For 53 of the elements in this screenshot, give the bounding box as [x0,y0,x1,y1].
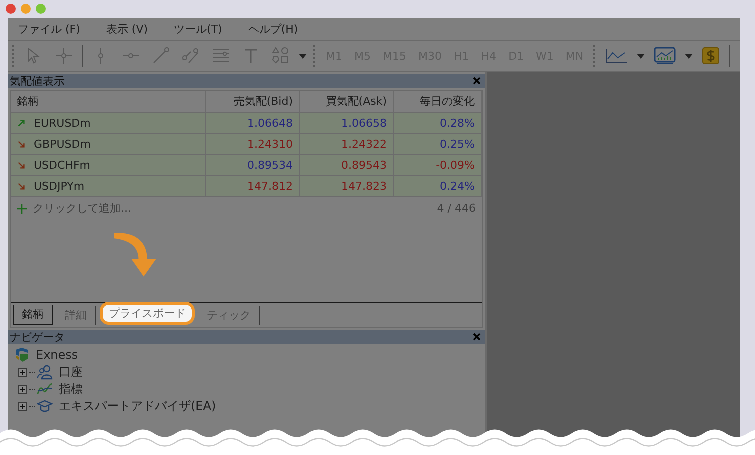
shapes-icon[interactable] [271,46,291,66]
line-chart-icon[interactable] [604,46,629,66]
table-cell: 1.06658 [300,113,394,134]
table-cell: 0.28% [394,113,482,134]
menu-item[interactable]: ファイル (F) [18,22,80,36]
dollar-icon[interactable] [700,46,721,66]
graduation-cap-icon [37,398,53,414]
caret-icon[interactable] [636,54,645,58]
table-cell: 0.89534 [206,155,300,176]
table-cell: 1.24310 [206,134,300,155]
expand-icon[interactable] [18,384,27,394]
table-cell: 0.25% [394,134,482,155]
symbol-name: GBPUSDm [34,138,91,150]
tab[interactable]: プライスボード [100,302,195,325]
panel-title: ナビゲータ [10,330,65,344]
menu-item[interactable]: 表示 (V) [106,22,148,36]
expand-icon[interactable] [18,402,27,410]
close-icon[interactable] [473,333,481,341]
logo-icon [14,347,30,363]
channel-icon[interactable] [181,46,201,66]
tree-item[interactable]: エキスパートアドバイザ(EA) [59,398,216,414]
menu-item[interactable]: ツール(T) [174,22,222,36]
tab[interactable]: 銘柄 [13,305,53,325]
trend-line-icon[interactable] [151,46,171,66]
zoom-light[interactable] [36,4,46,14]
table-cell: -0.09% [394,155,482,176]
tree-item[interactable]: Exness [36,348,78,362]
symbol-name: EURUSDm [34,116,91,130]
table-cell: 147.823 [300,176,394,197]
symbol-name: USDCHFm [34,158,90,172]
expand-icon[interactable] [18,368,27,376]
close-light[interactable] [6,4,16,14]
caret-icon[interactable] [684,54,693,58]
people-icon [37,364,53,380]
table-cell: 1.24322 [300,134,394,155]
table-cell: 1.06648 [206,113,300,134]
caret-icon[interactable] [299,54,307,58]
menu-item[interactable]: ヘルプ(H) [248,22,298,36]
close-icon[interactable] [473,77,481,85]
table-cell: 147.812 [206,176,300,197]
symbol-name: USDJPYm [34,180,85,192]
chart-window-icon[interactable] [652,46,677,66]
crosshair-icon[interactable] [54,46,74,66]
minimize-light[interactable] [21,4,31,14]
tree-item[interactable]: 指標 [59,380,83,398]
panel-title: 気配値表示 [10,74,65,88]
wave-icon [37,381,53,397]
add-symbol-link[interactable]: クリックして追加... [33,201,132,216]
plus-icon[interactable] [17,204,27,214]
symbol-count: 4 / 446 [437,202,476,215]
table-cell: 0.89543 [300,155,394,176]
tree-item[interactable]: 口座 [59,364,83,380]
table-cell: 0.24% [394,176,482,197]
